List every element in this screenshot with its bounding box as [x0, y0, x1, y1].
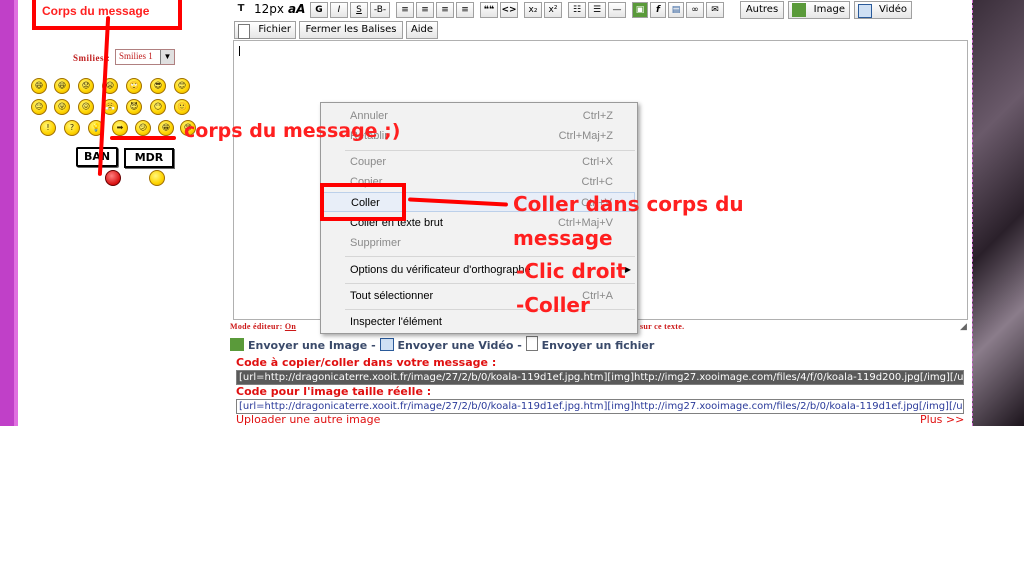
smiley-icon[interactable]: 😊	[174, 78, 190, 94]
numbered-list-icon[interactable]: ☰	[588, 2, 606, 18]
copy-code-field[interactable]: [url=http://dragonicaterre.xooit.fr/imag…	[236, 370, 964, 385]
smiley-icon[interactable]: 😁	[158, 120, 174, 136]
file-icon	[238, 24, 250, 39]
annotation-coller-line2: message	[513, 226, 613, 250]
menu-separator	[345, 283, 635, 284]
resize-handle-icon[interactable]: ◢	[960, 322, 970, 332]
smiley-icon[interactable]: 😶	[150, 99, 166, 115]
send-file-link[interactable]: Envoyer un fichier	[542, 339, 655, 352]
link-separator: -	[517, 339, 522, 352]
file-button-label: Fichier	[258, 24, 291, 35]
screenshot: Corps du message Smilies : Smilies 1 ▼ 😄…	[0, 0, 1024, 426]
smilies-select[interactable]: Smilies 1 ▼	[115, 49, 175, 65]
full-size-code-field[interactable]: [url=http://dragonicaterre.xooit.fr/imag…	[236, 399, 964, 414]
subscript-button[interactable]: x₂	[524, 2, 542, 18]
section-title: Corps du message	[42, 4, 150, 18]
file-upload-icon	[525, 336, 538, 351]
paste-highlight-box	[320, 183, 406, 221]
smilies-panel: Corps du message Smilies : Smilies 1 ▼ 😄…	[18, 0, 230, 426]
underline-button[interactable]: S	[350, 2, 368, 18]
email-icon[interactable]: ✉	[706, 2, 724, 18]
strike-button[interactable]: -B-	[370, 2, 390, 18]
video-icon	[858, 4, 872, 18]
upload-other-image-link[interactable]: Uploader une autre image	[236, 413, 380, 426]
left-magenta-border	[0, 0, 18, 426]
plus-link[interactable]: Plus >>	[920, 413, 964, 426]
file-button[interactable]: Fichier	[234, 21, 296, 39]
image-upload-icon	[230, 338, 244, 351]
italic-button[interactable]: I	[330, 2, 348, 18]
video-insert-icon[interactable]: ▤	[668, 2, 684, 18]
background-artwork	[972, 0, 1024, 426]
smiley-icon[interactable]: 😐	[31, 99, 47, 115]
video-button-label: Vidéo	[878, 4, 907, 15]
quote-button[interactable]: ❝❝	[480, 2, 498, 18]
smiley-icon[interactable]: 😕	[135, 120, 151, 136]
smiley-icon[interactable]: ➡	[112, 120, 128, 136]
font-type-icon[interactable]: T	[234, 2, 248, 16]
annotation-coller-line1: Coller dans corps du	[513, 192, 744, 216]
image-button-label: Image	[813, 4, 845, 15]
link-separator: -	[371, 339, 376, 352]
full-size-code-label: Code pour l'image taille réelle :	[236, 385, 432, 398]
smiley-icon[interactable]: 😄	[31, 78, 47, 94]
smiley-icon[interactable]: 😎	[150, 78, 166, 94]
smiley-icon[interactable]: 🙂	[174, 99, 190, 115]
editor-mode-label: Mode éditeur:	[230, 322, 283, 331]
image-button[interactable]: Image	[788, 1, 850, 19]
align-right-icon[interactable]: ≡	[436, 2, 454, 18]
send-image-link[interactable]: Envoyer une Image	[248, 339, 367, 352]
autres-button[interactable]: Autres	[740, 1, 784, 19]
superscript-button[interactable]: x²	[544, 2, 562, 18]
smilies-select-value: Smilies 1	[119, 51, 153, 61]
video-upload-icon	[379, 338, 394, 351]
menu-separator	[345, 309, 635, 310]
smiley-icon[interactable]: 😟	[78, 78, 94, 94]
code-button[interactable]: <>	[500, 2, 518, 18]
text-caret	[239, 46, 240, 56]
smiley-icon[interactable]: 😆	[54, 78, 70, 94]
smiley-icon[interactable]: 😈	[126, 99, 142, 115]
smiley-icon[interactable]: 😖	[78, 99, 94, 115]
mdr-smiley-icon	[149, 170, 165, 186]
annotation-coller: -Coller	[516, 293, 590, 317]
mdr-sign-smiley[interactable]: MDR	[124, 148, 174, 168]
align-left-icon[interactable]: ≡	[396, 2, 414, 18]
editor-toolbar: T 12px aA G I S -B- ≡ ≡ ≡ ≡ ❝❝ <> x₂ x² …	[232, 0, 970, 40]
bold-button[interactable]: G	[310, 2, 328, 18]
close-tags-button[interactable]: Fermer les Balises	[299, 21, 403, 39]
menu-item-cut[interactable]: Couper Ctrl+X	[323, 152, 635, 172]
corps-pointer-stroke	[110, 136, 176, 140]
ban-sign-smiley[interactable]: BAN	[76, 147, 118, 167]
help-button[interactable]: Aide	[406, 21, 438, 39]
annotation-corps: corps du message ;)	[184, 120, 401, 142]
align-center-icon[interactable]: ≡	[416, 2, 434, 18]
smiley-icon[interactable]: ?	[64, 120, 80, 136]
image-icon	[792, 3, 806, 17]
link-icon[interactable]: ∞	[686, 2, 704, 18]
image-insert-icon[interactable]: ▣	[632, 2, 648, 18]
font-size-selector[interactable]: 12px	[254, 2, 284, 16]
smiley-icon[interactable]: 😛	[54, 99, 70, 115]
smiley-icon[interactable]: 🙄	[126, 78, 142, 94]
bullet-list-icon[interactable]: ☷	[568, 2, 586, 18]
smiley-icon[interactable]: !	[40, 120, 56, 136]
annotation-clic-droit: -Clic droit	[516, 259, 626, 283]
menu-separator	[345, 150, 635, 151]
align-justify-icon[interactable]: ≡	[456, 2, 474, 18]
chevron-down-icon[interactable]: ▼	[160, 50, 174, 64]
case-button[interactable]: aA	[288, 2, 305, 16]
upload-links: Envoyer une Image - Envoyer une Vidéo - …	[230, 336, 972, 352]
menu-separator	[345, 256, 635, 257]
copy-code-label: Code à copier/coller dans votre message …	[236, 356, 497, 369]
flash-icon[interactable]: f	[650, 2, 666, 18]
ban-smiley-icon	[105, 170, 121, 186]
video-button[interactable]: Vidéo	[854, 1, 912, 19]
send-video-link[interactable]: Envoyer une Vidéo	[398, 339, 514, 352]
editor-mode-on-link[interactable]: On	[285, 322, 296, 331]
horizontal-rule-icon[interactable]: —	[608, 2, 626, 18]
editor-mode-tail: sur ce texte.	[640, 322, 685, 331]
